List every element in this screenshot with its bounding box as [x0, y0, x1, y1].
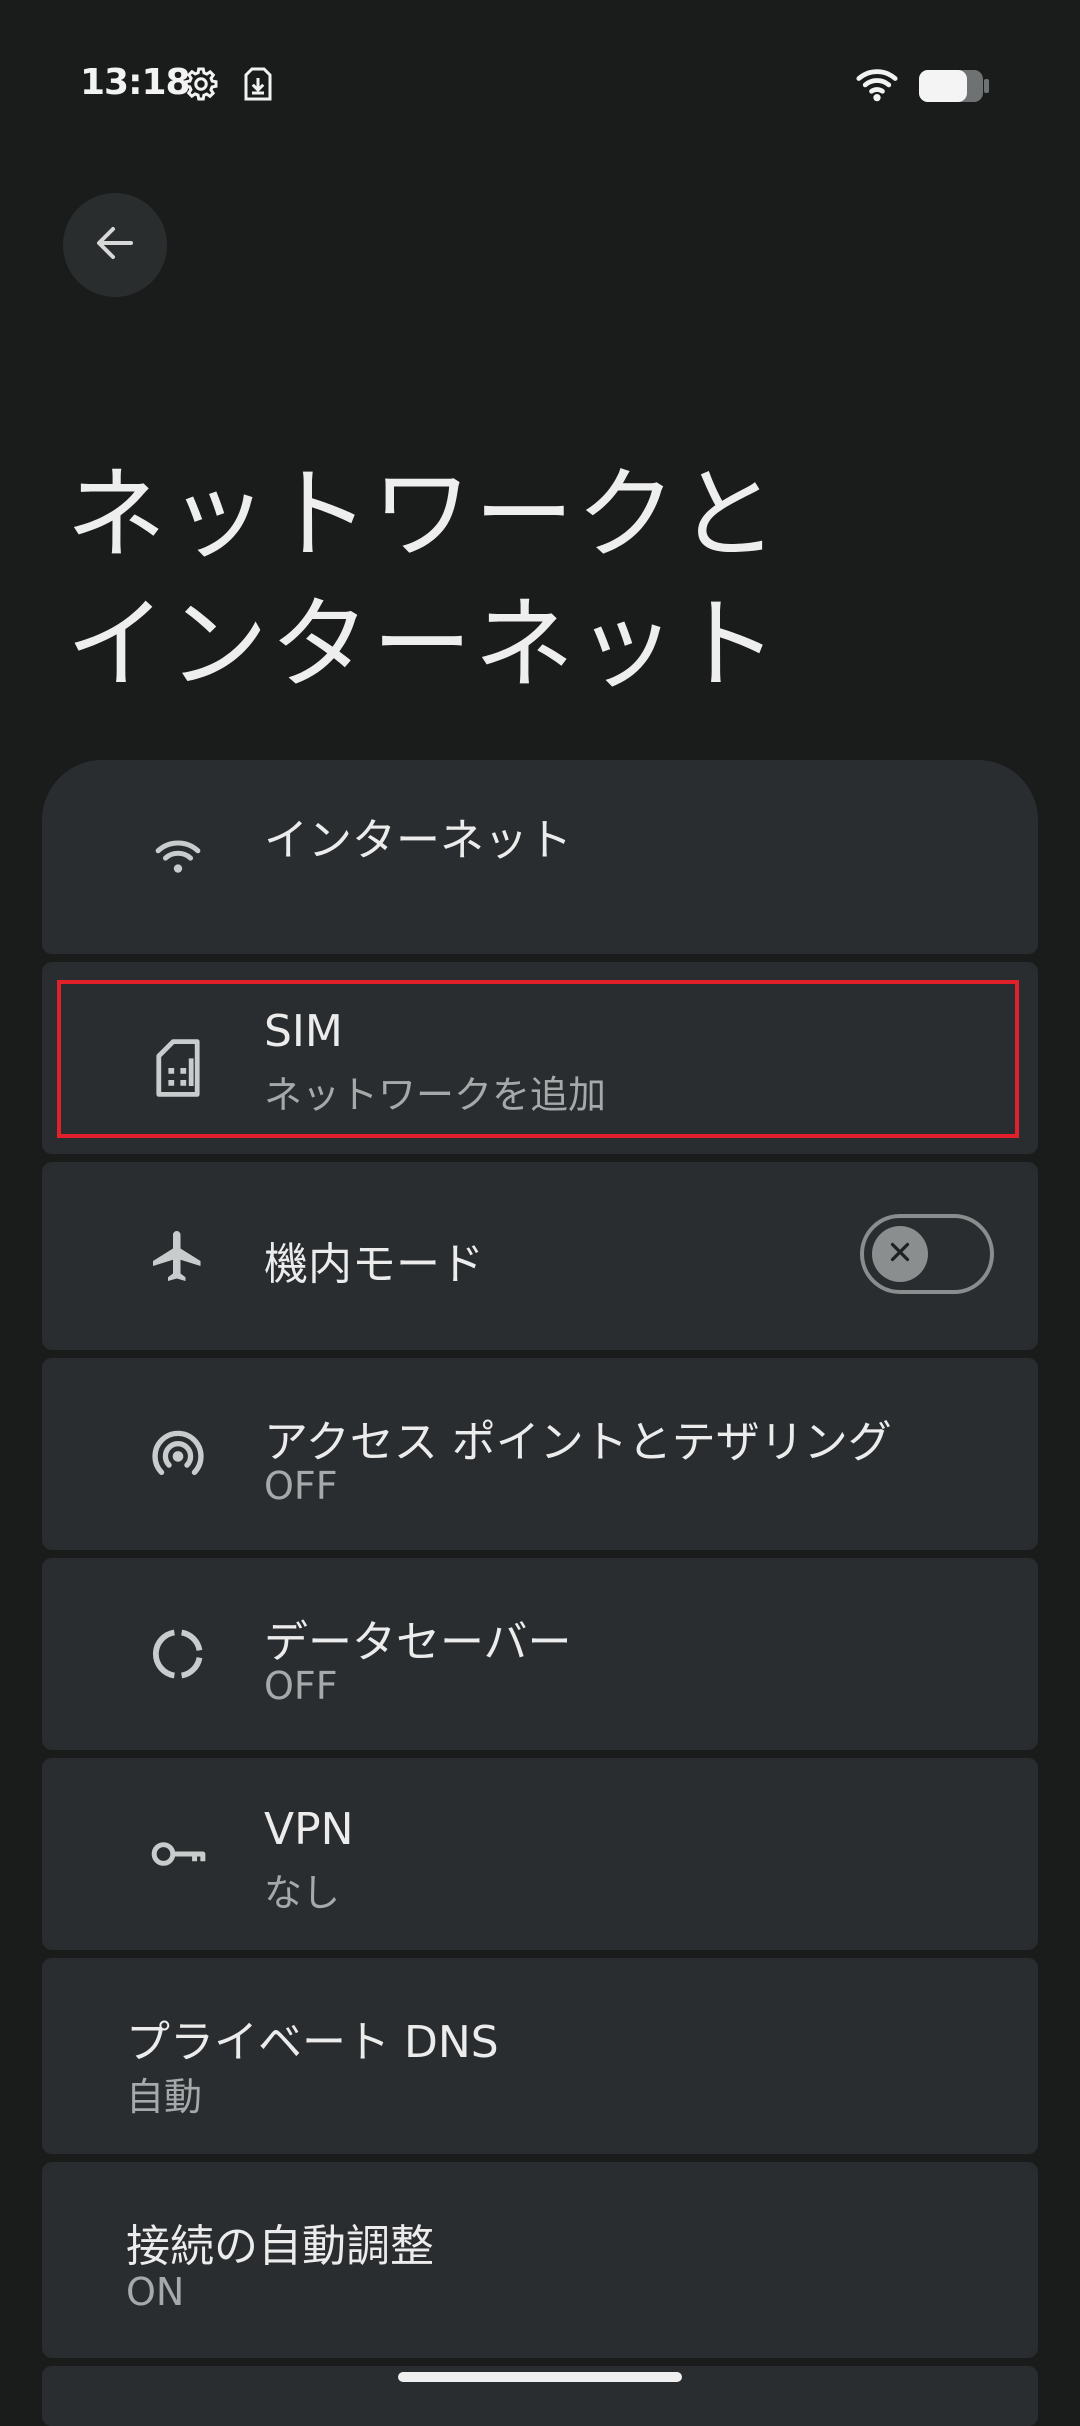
data-saver-subtitle: OFF — [264, 1664, 338, 1708]
private-dns-title: プライベート DNS — [126, 2017, 499, 2068]
vpn-item[interactable]: VPN なし — [42, 1758, 1038, 1950]
adaptive-connectivity-subtitle: ON — [126, 2270, 185, 2314]
adaptive-connectivity-item[interactable]: 接続の自動調整 ON — [42, 2162, 1038, 2358]
back-button[interactable] — [63, 193, 167, 297]
toggle-knob — [872, 1226, 928, 1282]
close-icon — [885, 1237, 915, 1271]
internet-item[interactable]: インターネット — [42, 760, 1038, 954]
airplane-icon — [142, 1220, 214, 1292]
private-dns-subtitle: 自動 — [126, 2075, 203, 2119]
battery-icon — [918, 68, 990, 108]
hotspot-tethering-item[interactable]: アクセス ポイントとテザリング OFF — [42, 1358, 1038, 1550]
status-time: 13:18 — [80, 62, 191, 103]
private-dns-item[interactable]: プライベート DNS 自動 — [42, 1958, 1038, 2154]
page-title: ネットワークと インターネット — [66, 450, 966, 710]
page-title-line2: インターネット — [66, 586, 780, 703]
data-saver-title: データセーバー — [264, 1617, 572, 1668]
data-saver-icon — [142, 1618, 214, 1690]
internet-title: インターネット — [264, 815, 572, 866]
adaptive-connectivity-title: 接続の自動調整 — [126, 2221, 434, 2272]
hotspot-title: アクセス ポイントとテザリング — [264, 1417, 892, 1468]
arrow-back-icon — [91, 219, 139, 271]
hotspot-icon — [142, 1418, 214, 1490]
airplane-mode-title: 機内モード — [264, 1239, 484, 1290]
wifi-icon — [855, 64, 899, 108]
vpn-subtitle: なし — [264, 1871, 341, 1915]
vpn-key-icon — [142, 1818, 214, 1890]
gear-icon — [183, 66, 219, 106]
page-title-line1: ネットワークと — [66, 456, 780, 573]
data-saver-item[interactable]: データセーバー OFF — [42, 1558, 1038, 1750]
highlight-box — [57, 980, 1019, 1138]
download-icon — [240, 66, 276, 106]
airplane-mode-toggle[interactable] — [860, 1214, 994, 1294]
vpn-title: VPN — [264, 1804, 354, 1855]
status-bar: 13:18 — [0, 0, 1080, 170]
home-gesture-bar[interactable] — [398, 2372, 682, 2382]
wifi-icon — [142, 820, 214, 892]
hotspot-subtitle: OFF — [264, 1464, 338, 1508]
